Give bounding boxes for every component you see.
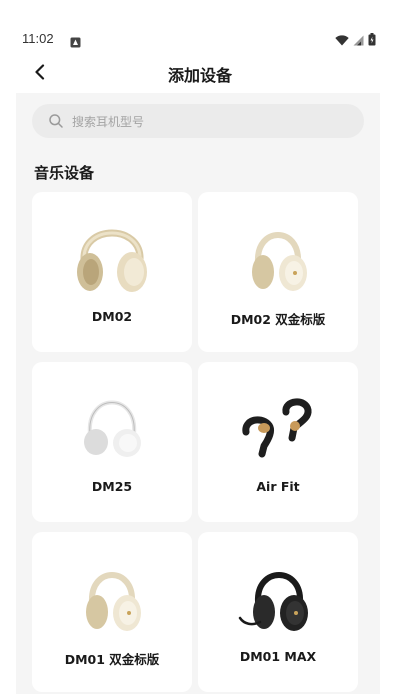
- device-card-dm01-gold[interactable]: DM01 双金标版: [32, 532, 192, 692]
- over-ear-headphones-icon: [72, 210, 152, 300]
- open-ear-earbuds-icon: [238, 380, 318, 470]
- device-name: Air Fit: [256, 479, 300, 494]
- gaming-headset-icon: [238, 550, 318, 640]
- device-name: DM02 双金标版: [230, 312, 326, 327]
- signal-icon: [353, 31, 364, 50]
- device-card-air-fit[interactable]: Air Fit: [198, 362, 358, 522]
- section-title: 音乐设备: [34, 164, 95, 182]
- device-card-dm02[interactable]: DM02: [32, 192, 192, 352]
- battery-icon: [368, 31, 376, 50]
- device-name: DM02: [91, 309, 133, 324]
- page-title: 添加设备: [167, 66, 232, 85]
- search-input[interactable]: 搜索耳机型号: [32, 104, 364, 138]
- notification-icon: [70, 33, 81, 48]
- on-ear-headphones-icon: [72, 380, 152, 470]
- device-name: DM01 双金标版: [64, 652, 160, 667]
- wifi-icon: [335, 31, 349, 50]
- status-icons: [335, 31, 376, 50]
- device-card-dm02-gold[interactable]: DM02 双金标版: [198, 192, 358, 352]
- device-name: DM01 MAX: [239, 649, 317, 664]
- nav-bar: 添加设备: [0, 52, 400, 92]
- device-card-dm25[interactable]: DM25: [32, 362, 192, 522]
- status-bar: 11:02: [0, 0, 400, 48]
- device-card-dm01-max[interactable]: DM01 MAX: [198, 532, 358, 692]
- device-panel: 搜索耳机型号 音乐设备 DM02 DM02 双金标版 DM25 Air Fit …: [16, 93, 380, 694]
- over-ear-headphones-icon: [238, 210, 318, 300]
- over-ear-headphones-icon: [72, 550, 152, 640]
- search-placeholder: 搜索耳机型号: [72, 114, 145, 129]
- device-name: DM25: [91, 479, 133, 494]
- search-icon: [48, 113, 64, 129]
- status-time: 11:02: [22, 31, 54, 46]
